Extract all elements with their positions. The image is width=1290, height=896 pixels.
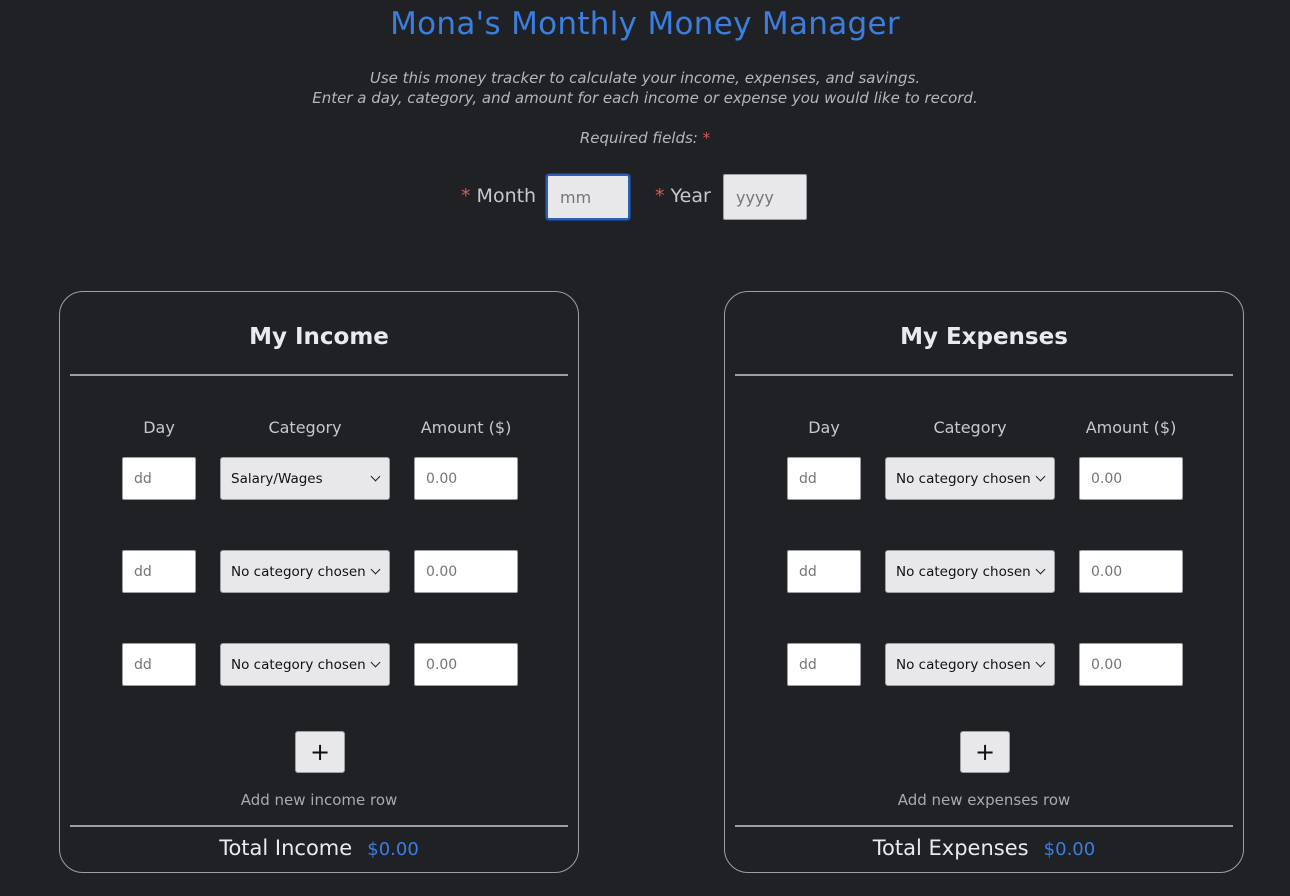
- expenses-category-value: No category chosen: [896, 563, 1031, 580]
- chevron-down-icon: [1035, 564, 1046, 575]
- month-input[interactable]: [546, 174, 630, 220]
- income-amount-input[interactable]: [414, 550, 518, 593]
- chevron-down-icon: [370, 657, 381, 668]
- expenses-category-select[interactable]: No category chosen: [885, 550, 1055, 593]
- income-day-input[interactable]: [122, 550, 196, 593]
- month-label-text: Month: [476, 185, 537, 207]
- income-category-select[interactable]: Salary/Wages: [220, 457, 390, 500]
- divider: [70, 825, 568, 827]
- income-total-label: Total Income: [219, 836, 353, 860]
- income-amount-input[interactable]: [414, 457, 518, 500]
- expenses-row: No category chosen: [725, 550, 1243, 594]
- divider: [70, 374, 568, 376]
- divider: [735, 825, 1233, 827]
- expenses-panel: My Expenses Day Category Amount ($) No c…: [724, 291, 1244, 873]
- expenses-panel-title: My Expenses: [900, 324, 1068, 350]
- expenses-column-category: Category: [933, 418, 1007, 437]
- income-day-input[interactable]: [122, 457, 196, 500]
- income-panel: My Income Day Category Amount ($) Salary…: [59, 291, 579, 873]
- income-day-input[interactable]: [122, 643, 196, 686]
- year-input[interactable]: [723, 174, 807, 220]
- income-row: Salary/Wages: [60, 457, 578, 501]
- income-category-value: No category chosen: [231, 656, 366, 673]
- required-fields-note: Required fields: *: [0, 129, 1290, 147]
- income-category-value: No category chosen: [231, 563, 366, 580]
- expenses-column-amount: Amount ($): [1085, 418, 1177, 437]
- income-row: No category chosen: [60, 550, 578, 594]
- income-category-value: Salary/Wages: [231, 470, 323, 487]
- divider: [735, 374, 1233, 376]
- add-income-row-button[interactable]: +: [295, 731, 345, 773]
- chevron-down-icon: [370, 471, 381, 482]
- expenses-day-input[interactable]: [787, 457, 861, 500]
- expenses-day-input[interactable]: [787, 643, 861, 686]
- chevron-down-icon: [370, 564, 381, 575]
- expenses-total: Total Expenses $0.00: [725, 836, 1243, 860]
- expenses-amount-input[interactable]: [1079, 457, 1183, 500]
- income-category-select[interactable]: No category chosen: [220, 550, 390, 593]
- expenses-row: No category chosen: [725, 457, 1243, 501]
- expenses-category-value: No category chosen: [896, 470, 1031, 487]
- income-category-select[interactable]: No category chosen: [220, 643, 390, 686]
- add-expenses-row-button[interactable]: +: [960, 731, 1010, 773]
- expenses-total-label: Total Expenses: [872, 836, 1029, 860]
- expenses-column-day: Day: [808, 418, 840, 437]
- expenses-category-select[interactable]: No category chosen: [885, 457, 1055, 500]
- add-expenses-row-label: Add new expenses row: [897, 791, 1071, 809]
- page-title: Mona's Monthly Money Manager: [390, 6, 900, 42]
- year-label: * Year: [655, 185, 711, 207]
- month-label: * Month: [461, 185, 536, 207]
- chevron-down-icon: [1035, 471, 1046, 482]
- intro-text-line-2: Enter a day, category, and amount for ea…: [312, 89, 978, 107]
- income-panel-title: My Income: [249, 324, 389, 350]
- income-column-day: Day: [143, 418, 175, 437]
- required-fields-label: Required fields:: [579, 129, 698, 147]
- add-income-row-label: Add new income row: [240, 791, 398, 809]
- period-selector: * Month * Year: [0, 173, 1290, 221]
- income-total-value: $0.00: [367, 839, 419, 860]
- expenses-amount-input[interactable]: [1079, 550, 1183, 593]
- income-total: Total Income $0.00: [60, 836, 578, 860]
- required-star: *: [702, 129, 711, 147]
- required-star: *: [461, 185, 471, 207]
- chevron-down-icon: [1035, 657, 1046, 668]
- expenses-row: No category chosen: [725, 643, 1243, 687]
- expenses-category-value: No category chosen: [896, 656, 1031, 673]
- income-column-category: Category: [268, 418, 342, 437]
- expenses-day-input[interactable]: [787, 550, 861, 593]
- year-label-text: Year: [670, 185, 711, 207]
- expenses-category-select[interactable]: No category chosen: [885, 643, 1055, 686]
- expenses-total-value: $0.00: [1043, 839, 1096, 860]
- income-column-amount: Amount ($): [420, 418, 512, 437]
- expenses-amount-input[interactable]: [1079, 643, 1183, 686]
- income-row: No category chosen: [60, 643, 578, 687]
- income-amount-input[interactable]: [414, 643, 518, 686]
- required-star: *: [655, 185, 665, 207]
- intro-text-line-1: Use this money tracker to calculate your…: [369, 69, 921, 87]
